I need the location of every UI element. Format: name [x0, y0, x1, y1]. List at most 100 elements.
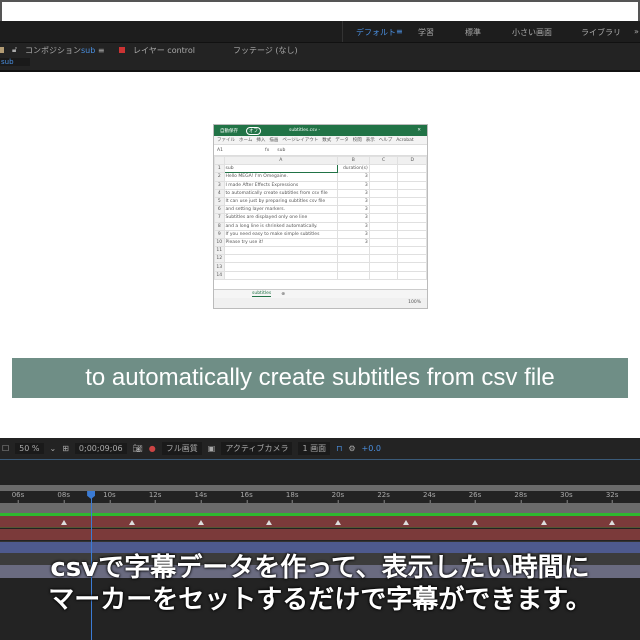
exposure-value[interactable]: +0.0 — [362, 444, 381, 453]
workspace-tab-library[interactable]: ライブラリ — [581, 27, 621, 38]
views-dropdown[interactable]: 1 画面 — [298, 442, 331, 455]
cell[interactable] — [368, 213, 399, 223]
time-ruler[interactable]: 06s 08s 10s 12s 14s 16s 18s 20s 22s 24s 26s 28s 30s 3… — [0, 491, 640, 503]
camera-icon[interactable]: 📷︎ — [133, 444, 143, 453]
cell[interactable]: 3 — [336, 213, 370, 223]
cell[interactable] — [368, 188, 399, 198]
cell[interactable] — [368, 164, 399, 174]
ribbon-tab[interactable]: 挿入 — [256, 137, 265, 143]
column-header[interactable]: D — [397, 155, 427, 166]
formula-input[interactable]: sub — [277, 148, 285, 153]
layer-bar[interactable] — [0, 529, 640, 540]
layer-marker[interactable] — [334, 520, 341, 525]
panel-menu-icon[interactable]: ≡ — [98, 46, 105, 55]
cell[interactable] — [368, 246, 399, 256]
flowchart-icon[interactable]: ⊓ — [336, 444, 342, 453]
reset-exposure-icon[interactable]: ⚙ — [348, 444, 355, 453]
close-icon[interactable]: ✕ — [417, 128, 421, 133]
cell[interactable]: to automatically create subtitles from c… — [223, 188, 338, 198]
layer-bar-control[interactable] — [0, 516, 640, 528]
cell[interactable] — [223, 270, 338, 280]
row-header[interactable]: 9 — [214, 229, 225, 239]
cell[interactable]: Hello MEGA! I'm Omegaine. — [223, 172, 338, 182]
ribbon-tab[interactable]: データ — [335, 137, 349, 143]
tab-footage[interactable]: フッテージ (なし) — [233, 45, 298, 56]
cell[interactable]: and setting layer markers. — [223, 205, 338, 215]
cell[interactable] — [368, 229, 399, 239]
row-header[interactable]: 13 — [214, 262, 225, 272]
cell[interactable] — [397, 164, 427, 174]
cell[interactable] — [397, 213, 427, 223]
cell[interactable] — [368, 237, 399, 248]
ribbon-tab[interactable]: 表示 — [366, 137, 375, 143]
chevron-down-icon[interactable]: ⌄ — [50, 444, 57, 453]
cell[interactable] — [397, 180, 427, 190]
row-header[interactable]: 5 — [214, 196, 225, 207]
corner-cell[interactable] — [214, 155, 225, 166]
cell[interactable] — [336, 262, 370, 272]
ribbon-tab[interactable]: Acrobat — [396, 138, 413, 143]
row-header[interactable]: 6 — [214, 205, 225, 215]
cell[interactable] — [368, 270, 399, 280]
quality-dropdown[interactable]: フル画質 — [161, 442, 202, 455]
timecode[interactable]: 0;00;09;06 — [74, 443, 127, 454]
row-header[interactable]: 2 — [214, 172, 225, 182]
cell[interactable] — [397, 205, 427, 215]
region-icon[interactable]: ▣ — [208, 444, 216, 453]
cell[interactable] — [397, 237, 427, 248]
ribbon-tab[interactable]: ファイル — [217, 137, 235, 143]
cell[interactable] — [397, 196, 427, 207]
color-channels-icon[interactable]: ● — [149, 444, 156, 453]
workspace-tab-learn[interactable]: 学習 — [418, 27, 434, 38]
cell[interactable]: It can use just by preparing subtitles c… — [223, 196, 338, 207]
ribbon-tab[interactable]: 数式 — [322, 137, 331, 143]
cell[interactable] — [336, 254, 370, 264]
cell[interactable]: 3 — [336, 172, 370, 182]
workspace-tab-default[interactable]: デフォルト — [356, 27, 396, 38]
row-header[interactable]: 10 — [214, 237, 225, 248]
cell[interactable]: 3 — [336, 196, 370, 207]
cell[interactable]: 3 — [336, 180, 370, 190]
cell[interactable] — [397, 229, 427, 239]
cell[interactable]: duration(s) — [336, 164, 370, 174]
ribbon-tab[interactable]: 校閲 — [353, 137, 362, 143]
cell[interactable]: 3 — [336, 229, 370, 239]
ribbon-tab[interactable]: ページレイアウト — [282, 137, 318, 143]
row-header[interactable]: 14 — [214, 270, 225, 280]
row-header[interactable]: 7 — [214, 213, 225, 223]
row-header[interactable]: 8 — [214, 221, 225, 231]
cell[interactable]: Please try use it! — [223, 237, 338, 248]
workspace-tab-standard[interactable]: 標準 — [465, 27, 481, 38]
cell[interactable] — [336, 270, 370, 280]
add-sheet-icon[interactable]: ⊕ — [281, 292, 285, 297]
lock-icon[interactable]: 🔓︎ — [12, 45, 17, 55]
workspace-tab-small[interactable]: 小さい画面 — [512, 27, 552, 38]
workspace-menu-icon[interactable]: ≡ — [396, 27, 403, 36]
ribbon-tab[interactable]: 描画 — [269, 137, 278, 143]
cell[interactable] — [368, 180, 399, 190]
cell[interactable] — [223, 254, 338, 264]
cell[interactable] — [336, 246, 370, 256]
column-header[interactable]: A — [223, 155, 338, 166]
tab-composition[interactable]: コンポジションsub ≡ — [25, 45, 105, 59]
grid-icon[interactable]: ⊞ — [62, 444, 69, 453]
row-header[interactable]: 12 — [214, 254, 225, 264]
cell[interactable] — [397, 188, 427, 198]
cell[interactable]: sub — [223, 164, 338, 174]
cell[interactable] — [397, 262, 427, 272]
breadcrumb-sub[interactable]: sub — [0, 58, 30, 66]
autosave-toggle[interactable]: オフ — [246, 126, 261, 135]
cell[interactable] — [397, 246, 427, 256]
tab-layer[interactable]: レイヤー control — [133, 45, 195, 56]
sheet-tab-subtitles[interactable]: subtitles — [252, 291, 272, 297]
column-header[interactable]: B — [336, 155, 370, 166]
ribbon-tab[interactable]: ホーム — [239, 137, 252, 143]
cell[interactable] — [368, 172, 399, 182]
row-header[interactable]: 4 — [214, 188, 225, 198]
layer-marker[interactable] — [60, 520, 67, 525]
row-header[interactable]: 11 — [214, 246, 225, 256]
cell[interactable] — [397, 172, 427, 182]
cell[interactable] — [223, 262, 338, 272]
layer-marker[interactable] — [266, 520, 273, 525]
layer-marker[interactable] — [540, 520, 547, 525]
